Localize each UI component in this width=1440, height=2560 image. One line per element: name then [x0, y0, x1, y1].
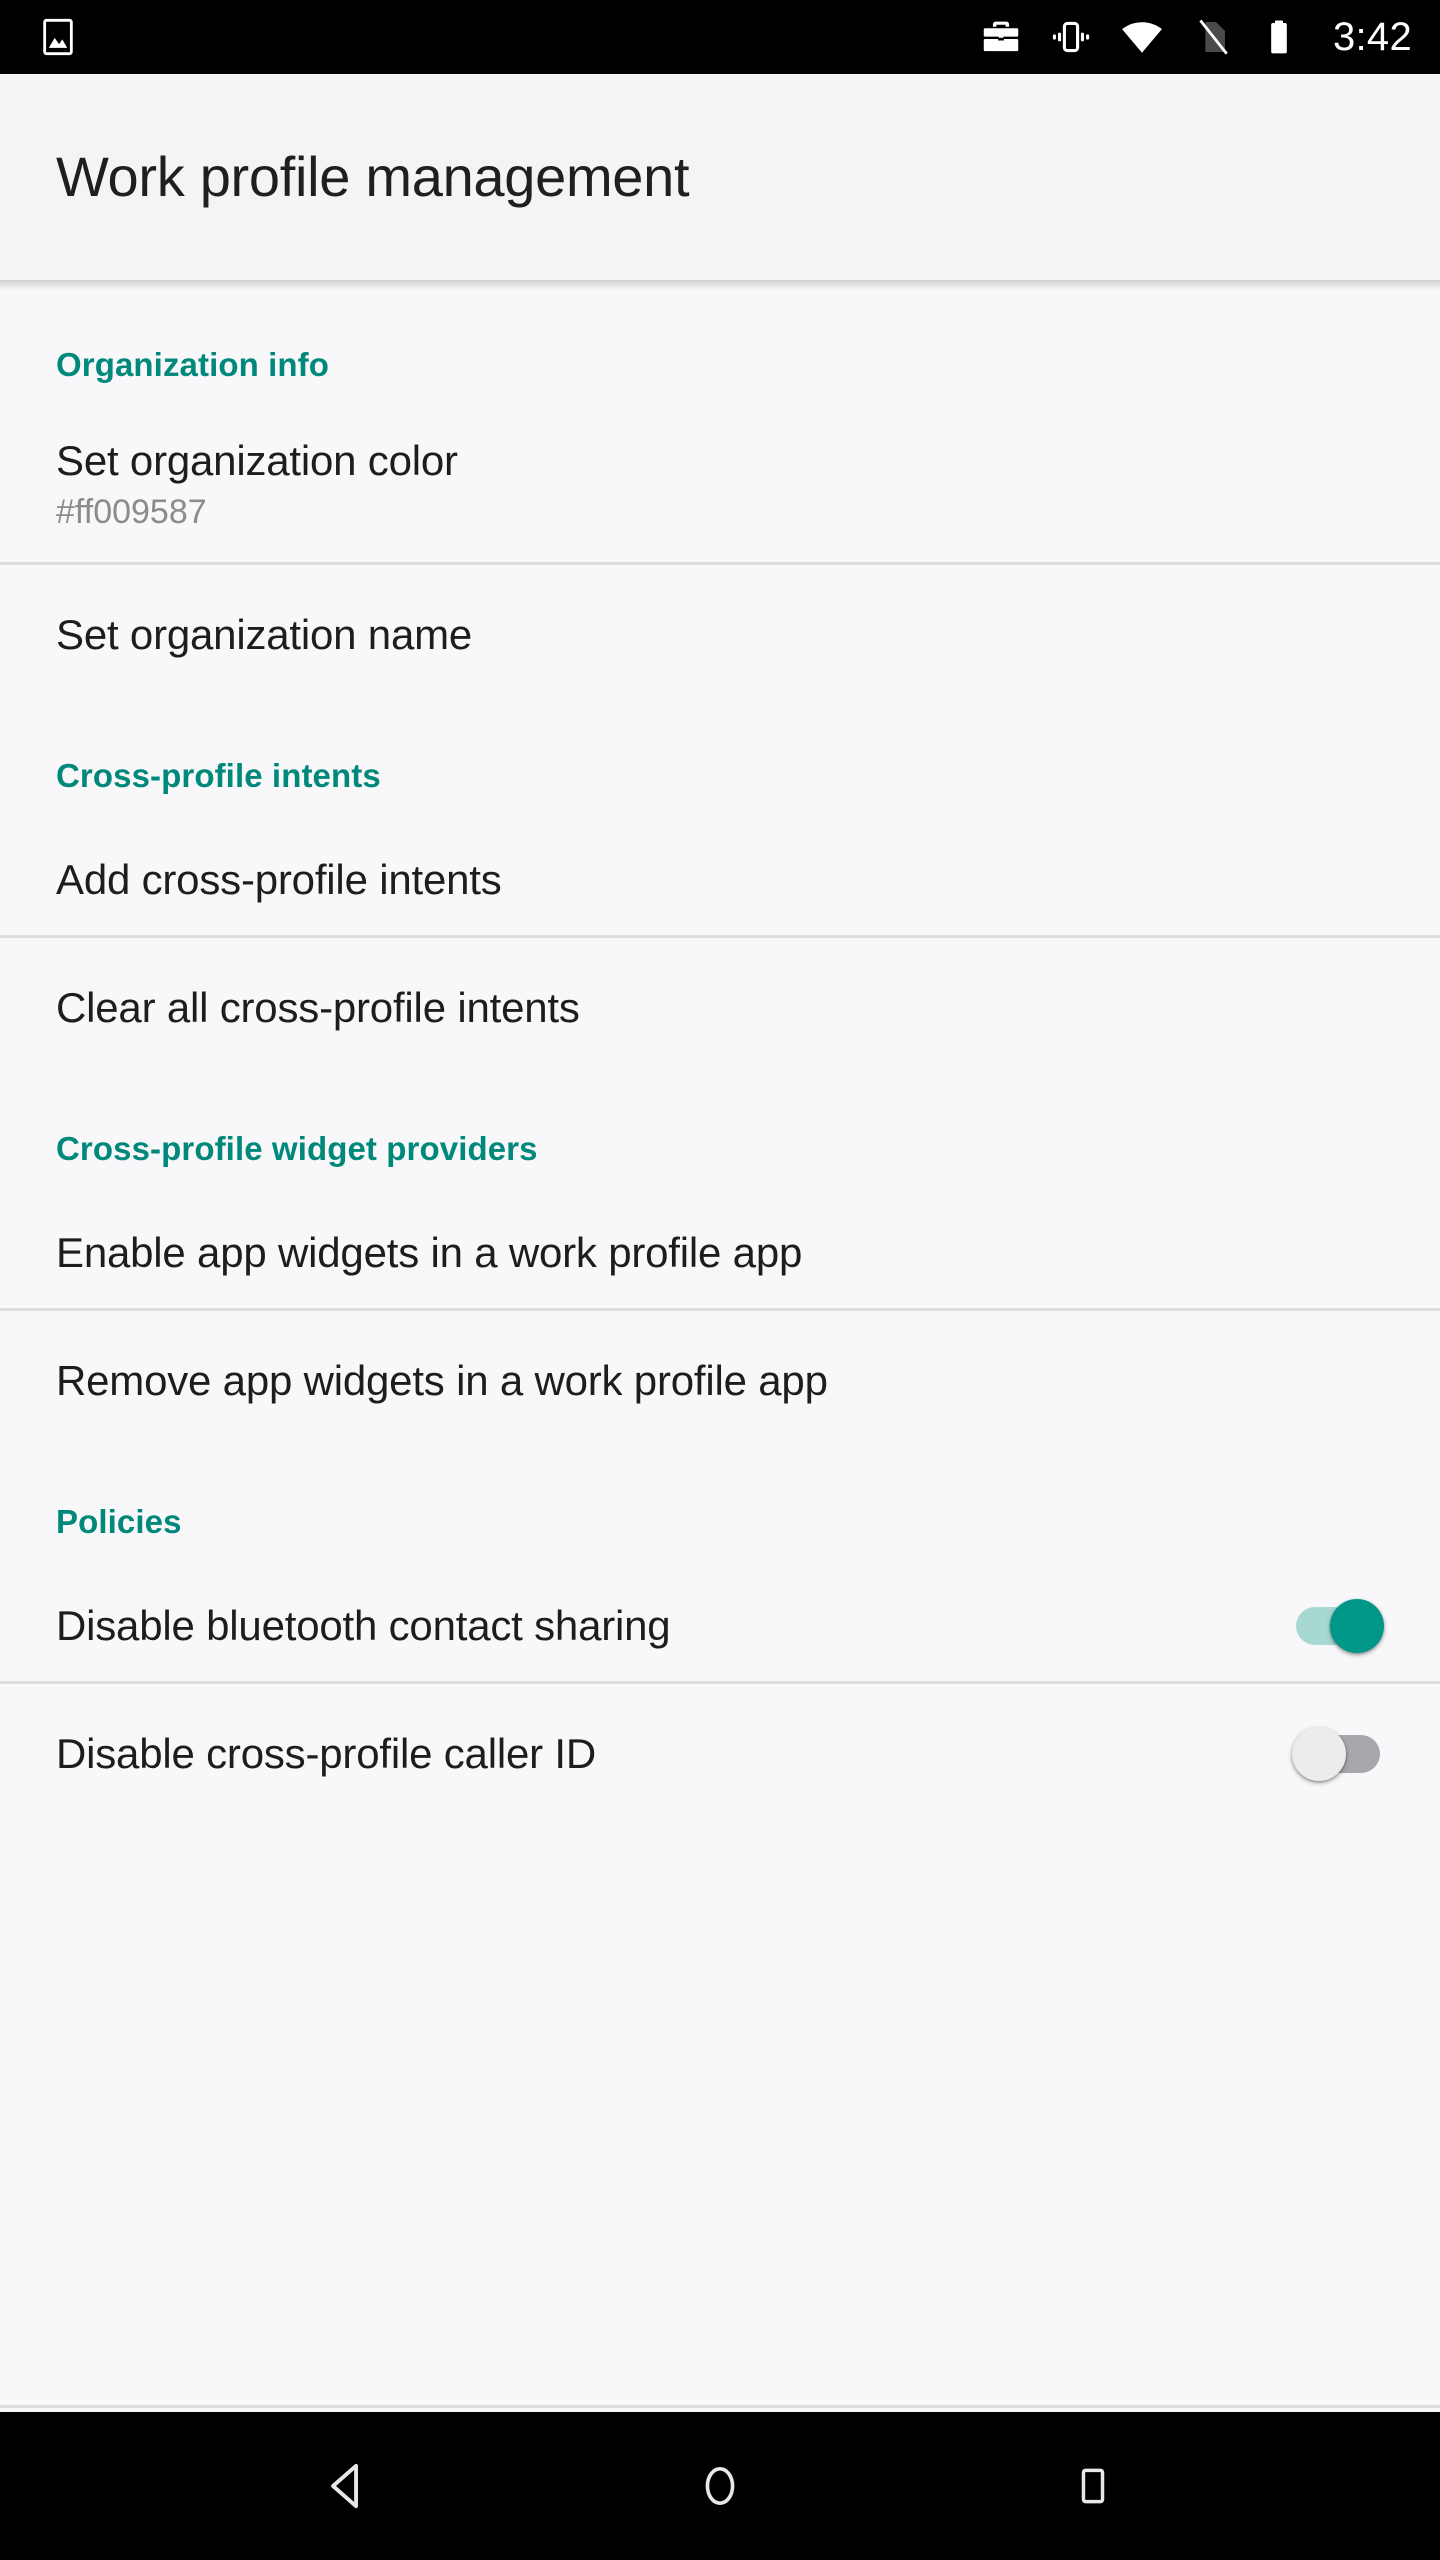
- preference-text: Clear all cross-profile intents: [56, 984, 1384, 1031]
- section-header-cross-profile-widget-providers: Cross-profile widget providers: [56, 1130, 538, 1167]
- list-divider: [0, 2405, 1440, 2408]
- preference-clear-all-cross-profile-intents[interactable]: Clear all cross-profile intents: [0, 938, 1440, 1078]
- status-bar: 3:42: [0, 0, 1440, 74]
- preference-enable-app-widgets[interactable]: Enable app widgets in a work profile app: [0, 1168, 1440, 1308]
- preference-title: Disable cross-profile caller ID: [56, 1730, 596, 1778]
- preference-text: Disable bluetooth contact sharing: [56, 1602, 1268, 1649]
- preference-text: Enable app widgets in a work profile app: [56, 1229, 1384, 1276]
- preference-title: Clear all cross-profile intents: [56, 984, 580, 1032]
- preference-title: Set organization color: [56, 436, 458, 484]
- switch-disable-bluetooth-contact-sharing[interactable]: [1292, 1599, 1384, 1653]
- preference-list[interactable]: Organization info Set organization color…: [0, 280, 1440, 2412]
- preference-text: Disable cross-profile caller ID: [56, 1730, 1268, 1777]
- preference-title: Add cross-profile intents: [56, 856, 502, 904]
- preference-remove-app-widgets[interactable]: Remove app widgets in a work profile app: [0, 1311, 1440, 1451]
- preference-add-cross-profile-intents[interactable]: Add cross-profile intents: [0, 795, 1440, 935]
- preference-text: Set organization name: [56, 611, 1384, 658]
- preference-title: Enable app widgets in a work profile app: [56, 1229, 803, 1277]
- preference-title: Remove app widgets in a work profile app: [56, 1357, 828, 1405]
- app-bar-shadow: [0, 280, 1440, 290]
- section-header-organization-info: Organization info: [56, 346, 330, 383]
- recents-button[interactable]: [1018, 2412, 1168, 2560]
- preference-disable-cross-profile-caller-id[interactable]: Disable cross-profile caller ID: [0, 1684, 1440, 1824]
- status-bar-clock: 3:42: [1332, 15, 1412, 59]
- switch-thumb: [1292, 1727, 1346, 1781]
- page-title: Work profile management: [56, 145, 690, 209]
- no-sim-icon: [1191, 16, 1233, 58]
- section-header-cross-profile-intents: Cross-profile intents: [56, 757, 381, 794]
- vibrate-icon: [1049, 15, 1093, 59]
- switch-thumb: [1330, 1599, 1384, 1653]
- screenshot-icon: [38, 17, 78, 57]
- back-button[interactable]: [272, 2412, 422, 2560]
- preference-text: Set organization color #ff009587: [56, 437, 1384, 531]
- home-button[interactable]: [645, 2412, 795, 2560]
- preference-summary: #ff009587: [56, 492, 207, 531]
- preference-set-organization-color[interactable]: Set organization color #ff009587: [0, 384, 1440, 562]
- work-profile-briefcase-icon: [979, 15, 1023, 59]
- screen: 3:42 Work profile management Organizatio…: [0, 0, 1440, 2560]
- battery-full-icon: [1259, 17, 1299, 57]
- section-header-policies: Policies: [56, 1503, 182, 1540]
- switch-disable-cross-profile-caller-id[interactable]: [1292, 1727, 1384, 1781]
- app-bar: Work profile management: [0, 74, 1440, 280]
- status-bar-right-icons: 3:42: [979, 14, 1412, 60]
- preference-text: Add cross-profile intents: [56, 856, 1384, 903]
- preference-text: Remove app widgets in a work profile app: [56, 1357, 1384, 1404]
- navigation-bar: [0, 2412, 1440, 2560]
- preference-set-organization-name[interactable]: Set organization name: [0, 565, 1440, 705]
- preference-title: Set organization name: [56, 611, 473, 659]
- status-bar-left-icons: [38, 17, 78, 57]
- wifi-icon: [1119, 14, 1165, 60]
- preference-title: Disable bluetooth contact sharing: [56, 1602, 671, 1650]
- preference-disable-bluetooth-contact-sharing[interactable]: Disable bluetooth contact sharing: [0, 1541, 1440, 1681]
